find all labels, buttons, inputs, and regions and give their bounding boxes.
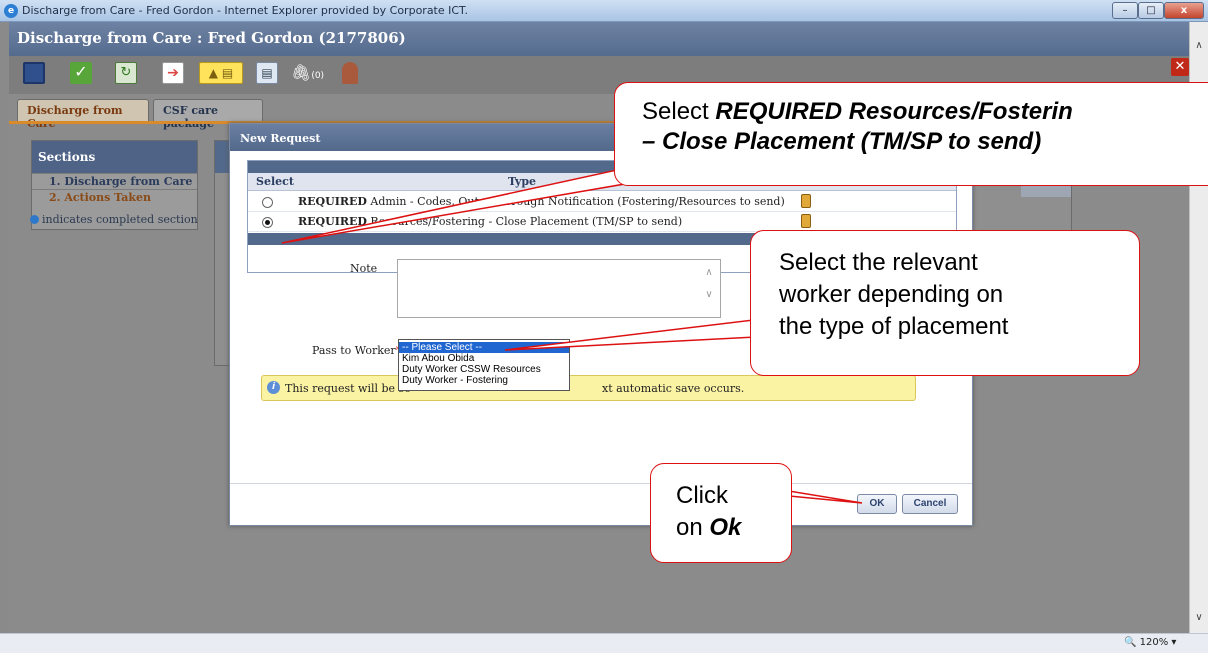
radio-button[interactable] <box>262 217 273 228</box>
worker-option[interactable]: Duty Worker - Fostering <box>399 375 569 386</box>
note-label: Note <box>350 262 378 275</box>
clipboard-icon <box>801 214 811 228</box>
attachment-icon[interactable]: 🖇(0) <box>291 62 331 84</box>
dialog-divider <box>230 483 972 484</box>
callout-select-required: Select REQUIRED Resources/Fosterin – Clo… <box>614 82 1208 186</box>
section-item-discharge[interactable]: 1. Discharge from Care <box>32 173 197 189</box>
radio-button[interactable] <box>262 197 273 208</box>
table-row[interactable]: REQUIRED Admin - Codes, Out-of-Borough N… <box>248 192 956 212</box>
worker-option[interactable]: -- Please Select -- <box>399 342 569 353</box>
row-text: REQUIRED Resources/Fostering - Close Pla… <box>298 215 683 228</box>
info-text-start: This request will be se <box>285 382 411 395</box>
column-type: Type <box>508 175 537 188</box>
column-select: Select <box>256 175 294 188</box>
note-scroll-arrows[interactable]: ∧ ∨ <box>702 267 716 307</box>
sections-panel: Sections 1. Discharge from Care 2. Actio… <box>30 140 198 230</box>
zoom-level[interactable]: 🔍 120% ▾ <box>1124 637 1176 648</box>
minimize-button[interactable]: – <box>1112 2 1138 19</box>
info-message: i This request will be se xt automatic s… <box>261 375 916 401</box>
maximize-button[interactable]: □ <box>1138 2 1164 19</box>
check-icon[interactable]: ✓ <box>70 62 92 84</box>
window-titlebar: e Discharge from Care - Fred Gordon - In… <box>0 0 1208 22</box>
sections-title: Sections <box>32 141 197 173</box>
refresh-icon[interactable]: ↻ <box>115 62 137 84</box>
completed-legend-text: indicates completed section <box>42 213 198 226</box>
note-field[interactable] <box>397 259 721 318</box>
ok-button[interactable]: OK <box>857 494 897 514</box>
worker-option[interactable]: Duty Worker CSSW Resources <box>399 364 569 375</box>
section-item-actions-taken[interactable]: 2. Actions Taken <box>32 189 197 205</box>
info-text-end: xt automatic save occurs. <box>602 382 745 395</box>
note-icon[interactable]: ▲ ▤ <box>199 62 243 84</box>
table-row[interactable]: REQUIRED Resources/Fostering - Close Pla… <box>248 212 956 232</box>
scroll-down-icon[interactable]: ∨ <box>1193 612 1205 624</box>
row-text: REQUIRED Admin - Codes, Out-of-Borough N… <box>298 195 785 208</box>
worker-dropdown-list[interactable]: -- Please Select -- Kim Abou Obida Duty … <box>398 339 570 391</box>
close-icon[interactable]: ✕ <box>1171 58 1189 76</box>
callout-click-ok: Click on Ok <box>650 463 792 563</box>
status-bar: 🔍 120% ▾ <box>0 633 1208 653</box>
ie-icon: e <box>4 4 18 18</box>
tab-discharge-from-care[interactable]: Discharge from Care <box>17 99 149 130</box>
scroll-up-icon[interactable]: ∧ <box>1193 40 1205 52</box>
worker-option[interactable]: Kim Abou Obida <box>399 353 569 364</box>
info-icon: i <box>267 381 280 394</box>
callout-select-worker: Select the relevant worker depending on … <box>750 230 1140 376</box>
form-icon[interactable]: ▤ <box>256 62 278 84</box>
save-icon[interactable] <box>23 62 45 84</box>
pass-to-worker-label: Pass to Worker* <box>312 344 401 357</box>
cancel-button[interactable]: Cancel <box>902 494 958 514</box>
attachment-count: (0) <box>311 71 325 81</box>
window-title: Discharge from Care - Fred Gordon - Inte… <box>22 4 468 17</box>
export-icon[interactable]: ➔ <box>162 62 184 84</box>
tab-csf-care-package[interactable]: CSF care package <box>153 99 263 130</box>
completed-legend: indicates completed section <box>30 213 198 226</box>
clipboard-icon <box>801 194 811 208</box>
page-title: Discharge from Care : Fred Gordon (21778… <box>17 29 406 47</box>
completed-check-icon <box>30 215 39 224</box>
person-icon[interactable] <box>342 62 358 84</box>
window-close-button[interactable]: x <box>1164 2 1204 19</box>
app-header: Discharge from Care : Fred Gordon (21778… <box>9 22 1189 56</box>
